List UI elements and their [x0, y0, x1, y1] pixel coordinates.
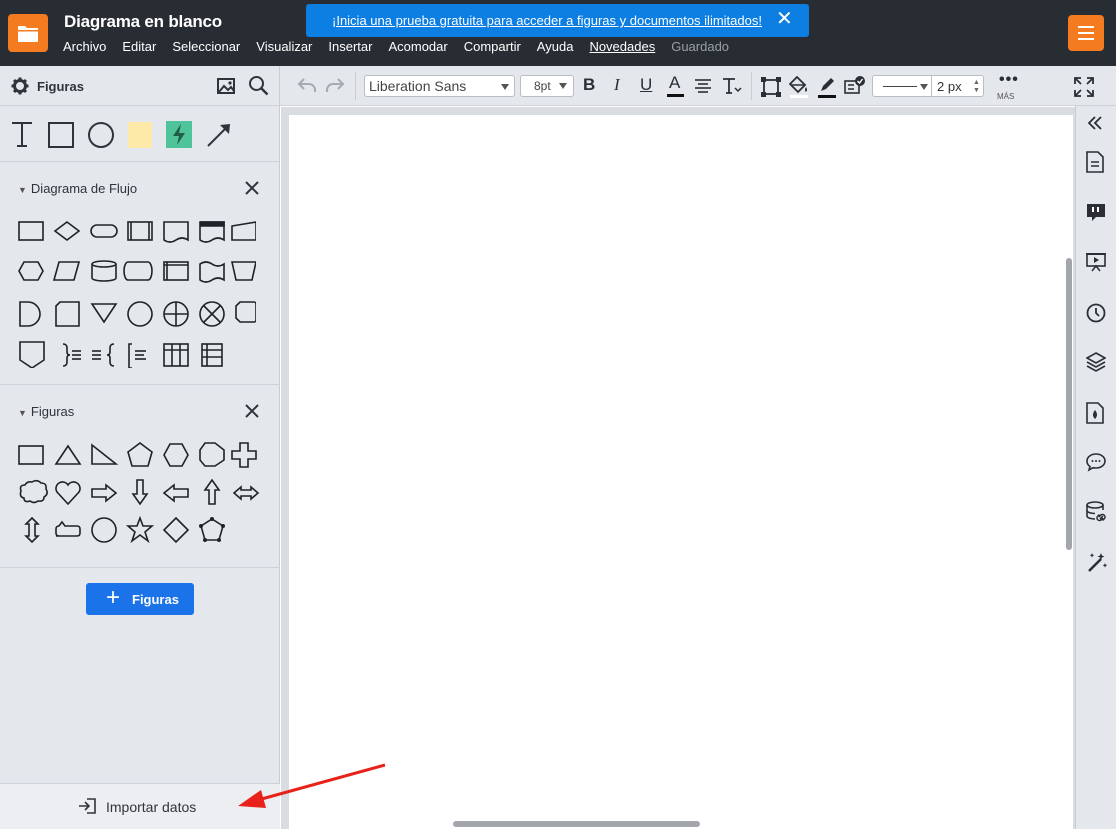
- sticky-note-icon[interactable]: [128, 122, 152, 153]
- collapse-triangle-icon[interactable]: ▼: [18, 408, 27, 418]
- menu-insertar[interactable]: Insertar: [328, 39, 372, 54]
- divider: [0, 567, 280, 568]
- more-dots-icon[interactable]: •••: [999, 71, 1019, 89]
- shape-border-icon[interactable]: [761, 77, 781, 102]
- line-style-preview: [883, 86, 917, 87]
- magic-wand-icon[interactable]: [1086, 551, 1108, 578]
- divider: [751, 72, 752, 100]
- style-check-icon[interactable]: [844, 76, 866, 101]
- divider: [931, 76, 932, 96]
- quick-action-bolt-icon[interactable]: [166, 121, 192, 153]
- chevron-down-icon: [501, 84, 509, 90]
- chevron-down-icon: [559, 83, 567, 89]
- circle-tool-icon[interactable]: [88, 122, 114, 153]
- app-logo-folder-icon[interactable]: [8, 14, 48, 52]
- import-data-button[interactable]: Importar datos: [0, 783, 280, 829]
- data-link-icon[interactable]: [1086, 501, 1108, 528]
- section-title-shapes[interactable]: ▼ Figuras: [18, 404, 74, 419]
- redo-icon[interactable]: [325, 77, 345, 98]
- collapse-panel-icon[interactable]: [1086, 115, 1104, 136]
- flowchart-shapes-grid[interactable]: [18, 220, 256, 368]
- line-color-icon[interactable]: [817, 76, 837, 103]
- font-color-swatch: [667, 94, 684, 97]
- divider: [0, 384, 280, 385]
- text-tool-icon[interactable]: [10, 121, 34, 152]
- fullscreen-icon[interactable]: [1074, 77, 1094, 102]
- font-size-select[interactable]: 8pt: [520, 75, 574, 97]
- menu-acomodar[interactable]: Acomodar: [388, 39, 447, 54]
- close-icon[interactable]: ✕: [776, 9, 793, 29]
- import-data-label: Importar datos: [106, 799, 197, 815]
- close-icon[interactable]: [245, 404, 259, 423]
- add-shapes-label: Figuras: [132, 592, 179, 607]
- text-align-icon[interactable]: [695, 79, 711, 98]
- hamburger-menu-icon[interactable]: [1068, 15, 1104, 51]
- shapes-panel-header: Figuras: [0, 66, 280, 106]
- save-status: Guardado: [671, 39, 730, 54]
- menu-editar[interactable]: Editar: [122, 39, 156, 54]
- page-settings-icon[interactable]: [1086, 151, 1104, 178]
- add-shapes-button[interactable]: + Figuras: [86, 583, 194, 615]
- top-bar: Diagrama en blanco Archivo Editar Selecc…: [0, 0, 1116, 66]
- line-style-select[interactable]: 2 px ▲ ▼: [872, 75, 984, 97]
- right-dock: [1075, 106, 1116, 829]
- quote-comment-icon[interactable]: [1086, 203, 1106, 226]
- chevron-down-icon: [920, 84, 928, 90]
- decrement-icon[interactable]: ▼: [973, 87, 980, 94]
- plus-icon: +: [106, 584, 121, 611]
- more-button-label[interactable]: MÁS: [997, 92, 1014, 101]
- text-options-icon[interactable]: [722, 77, 742, 100]
- canvas-area[interactable]: [281, 107, 1075, 829]
- underline-button[interactable]: U: [640, 75, 652, 95]
- main-menu: Archivo Editar Seleccionar Visualizar In…: [63, 39, 745, 54]
- menu-visualizar[interactable]: Visualizar: [256, 39, 312, 54]
- undo-icon[interactable]: [297, 77, 317, 98]
- search-icon[interactable]: [248, 75, 269, 101]
- gear-icon[interactable]: [11, 77, 29, 100]
- menu-compartir[interactable]: Compartir: [464, 39, 521, 54]
- import-icon: [79, 798, 96, 814]
- menu-novedades[interactable]: Novedades: [589, 39, 655, 54]
- collapse-triangle-icon[interactable]: ▼: [18, 185, 27, 195]
- quick-shapes: [0, 107, 280, 162]
- divider: [355, 72, 356, 100]
- shapes-panel: Figuras ▼ Diagrama de Flujo ▼ Figuras + …: [0, 66, 280, 829]
- menu-seleccionar[interactable]: Seleccionar: [172, 39, 240, 54]
- fill-color-icon[interactable]: [788, 75, 809, 103]
- theme-drop-icon[interactable]: [1086, 402, 1104, 429]
- image-icon[interactable]: [217, 76, 237, 100]
- line-width-value[interactable]: 2 px: [937, 79, 962, 94]
- history-clock-icon[interactable]: [1086, 303, 1106, 328]
- basic-shapes-grid[interactable]: [18, 442, 264, 552]
- arrow-line-tool-icon[interactable]: [206, 122, 232, 153]
- increment-icon[interactable]: ▲: [973, 79, 980, 86]
- comments-icon[interactable]: [1086, 452, 1106, 477]
- font-family-select[interactable]: Liberation Sans: [364, 75, 515, 97]
- font-color-glyph: A: [669, 73, 681, 92]
- vertical-scrollbar[interactable]: [1066, 258, 1072, 550]
- font-size-value: 8pt: [534, 79, 551, 93]
- presentation-icon[interactable]: [1086, 252, 1106, 277]
- promo-link[interactable]: ¡Inicia una prueba gratuita para acceder…: [332, 13, 762, 28]
- shapes-panel-title: Figuras: [37, 79, 84, 94]
- document-title[interactable]: Diagrama en blanco: [64, 12, 222, 32]
- close-icon[interactable]: [245, 181, 259, 200]
- section-label: Figuras: [30, 404, 75, 419]
- menu-archivo[interactable]: Archivo: [63, 39, 106, 54]
- menu-ayuda[interactable]: Ayuda: [537, 39, 574, 54]
- rectangle-tool-icon[interactable]: [48, 122, 74, 153]
- section-title-flowchart[interactable]: ▼ Diagrama de Flujo: [18, 181, 137, 196]
- italic-button[interactable]: I: [614, 75, 620, 95]
- layers-icon[interactable]: [1085, 352, 1107, 377]
- section-label: Diagrama de Flujo: [30, 181, 138, 196]
- promo-banner: ¡Inicia una prueba gratuita para acceder…: [306, 4, 809, 37]
- format-toolbar: Liberation Sans 8pt B I U A 2 px ▲ ▼ •••…: [280, 66, 1116, 106]
- diagram-page[interactable]: [289, 115, 1073, 829]
- bold-button[interactable]: B: [583, 75, 595, 95]
- font-family-value: Liberation Sans: [369, 78, 467, 94]
- horizontal-scrollbar[interactable]: [453, 821, 700, 827]
